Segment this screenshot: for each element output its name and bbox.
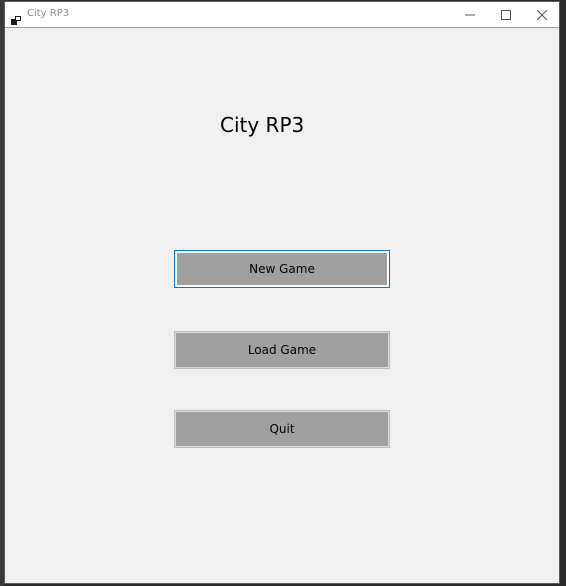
maximize-icon xyxy=(501,9,511,20)
minimize-icon xyxy=(465,10,475,20)
title-bar[interactable]: City RP3 xyxy=(5,2,559,28)
game-title: City RP3 xyxy=(220,113,305,137)
app-window-icon xyxy=(11,10,21,25)
maximize-button[interactable] xyxy=(488,2,524,27)
main-menu-panel: City RP3 New Game Load Game Quit xyxy=(5,28,559,583)
new-game-button[interactable]: New Game xyxy=(174,250,390,288)
app-window: City RP3 City RP3 New Game Load Game Qui… xyxy=(4,1,560,584)
quit-button[interactable]: Quit xyxy=(174,410,390,448)
minimize-button[interactable] xyxy=(452,2,488,27)
close-icon xyxy=(537,9,547,20)
close-button[interactable] xyxy=(524,2,560,27)
load-game-button[interactable]: Load Game xyxy=(174,331,390,369)
window-title: City RP3 xyxy=(27,8,70,19)
